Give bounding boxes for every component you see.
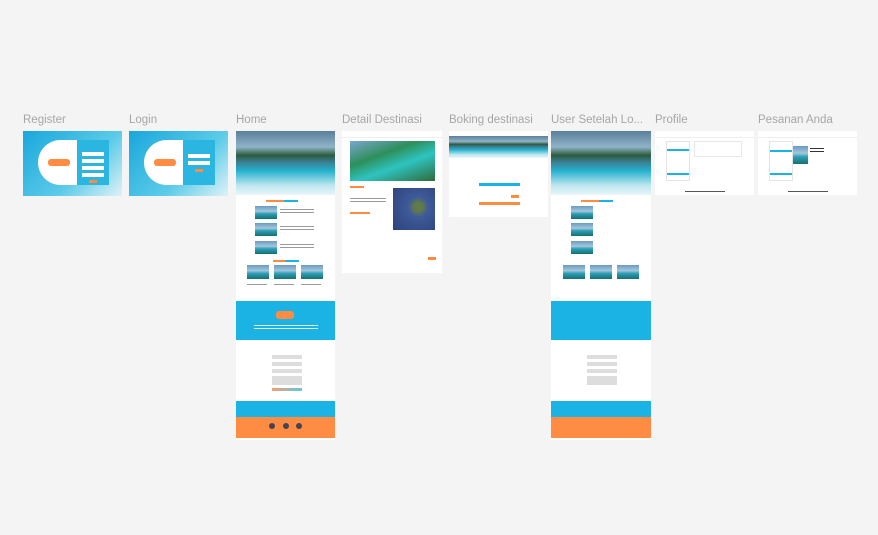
map-image	[393, 188, 435, 230]
about-section	[236, 301, 335, 340]
frame-home[interactable]	[236, 131, 335, 440]
team-section	[236, 417, 335, 438]
frame-detail-destinasi[interactable]	[342, 131, 442, 273]
send-button[interactable]	[272, 388, 302, 391]
hero-image	[236, 131, 335, 195]
logo	[154, 159, 176, 166]
frame-boking-destinasi[interactable]	[449, 131, 548, 217]
social-section	[236, 401, 335, 417]
register-form	[77, 140, 109, 185]
frame-profile[interactable]	[655, 131, 754, 195]
booking-button[interactable]	[428, 257, 436, 260]
frame-login[interactable]	[129, 131, 228, 196]
hero-image	[449, 136, 548, 158]
frame-label-home[interactable]: Home	[236, 114, 267, 126]
frame-label-user-logged[interactable]: User Setelah Lo...	[551, 114, 643, 126]
sidebar	[666, 141, 690, 181]
frame-label-detail[interactable]: Detail Destinasi	[342, 114, 422, 126]
frame-label-booking[interactable]: Boking destinasi	[449, 114, 533, 126]
register-button[interactable]	[89, 180, 97, 183]
logo	[48, 159, 70, 166]
frame-label-register[interactable]: Register	[23, 114, 66, 126]
frame-label-pesanan[interactable]: Pesanan Anda	[758, 114, 833, 126]
login-form	[183, 140, 215, 185]
profile-card	[694, 141, 742, 157]
sidebar	[769, 141, 793, 181]
frame-label-profile[interactable]: Profile	[655, 114, 688, 126]
frame-register[interactable]	[23, 131, 122, 196]
destination-image	[350, 141, 435, 181]
login-button[interactable]	[195, 169, 203, 172]
frame-pesanan-anda[interactable]	[758, 131, 857, 195]
submit-button[interactable]	[511, 195, 519, 198]
frame-user-setelah-login[interactable]	[551, 131, 651, 440]
hero-image	[551, 131, 651, 195]
frame-label-login[interactable]: Login	[129, 114, 157, 126]
